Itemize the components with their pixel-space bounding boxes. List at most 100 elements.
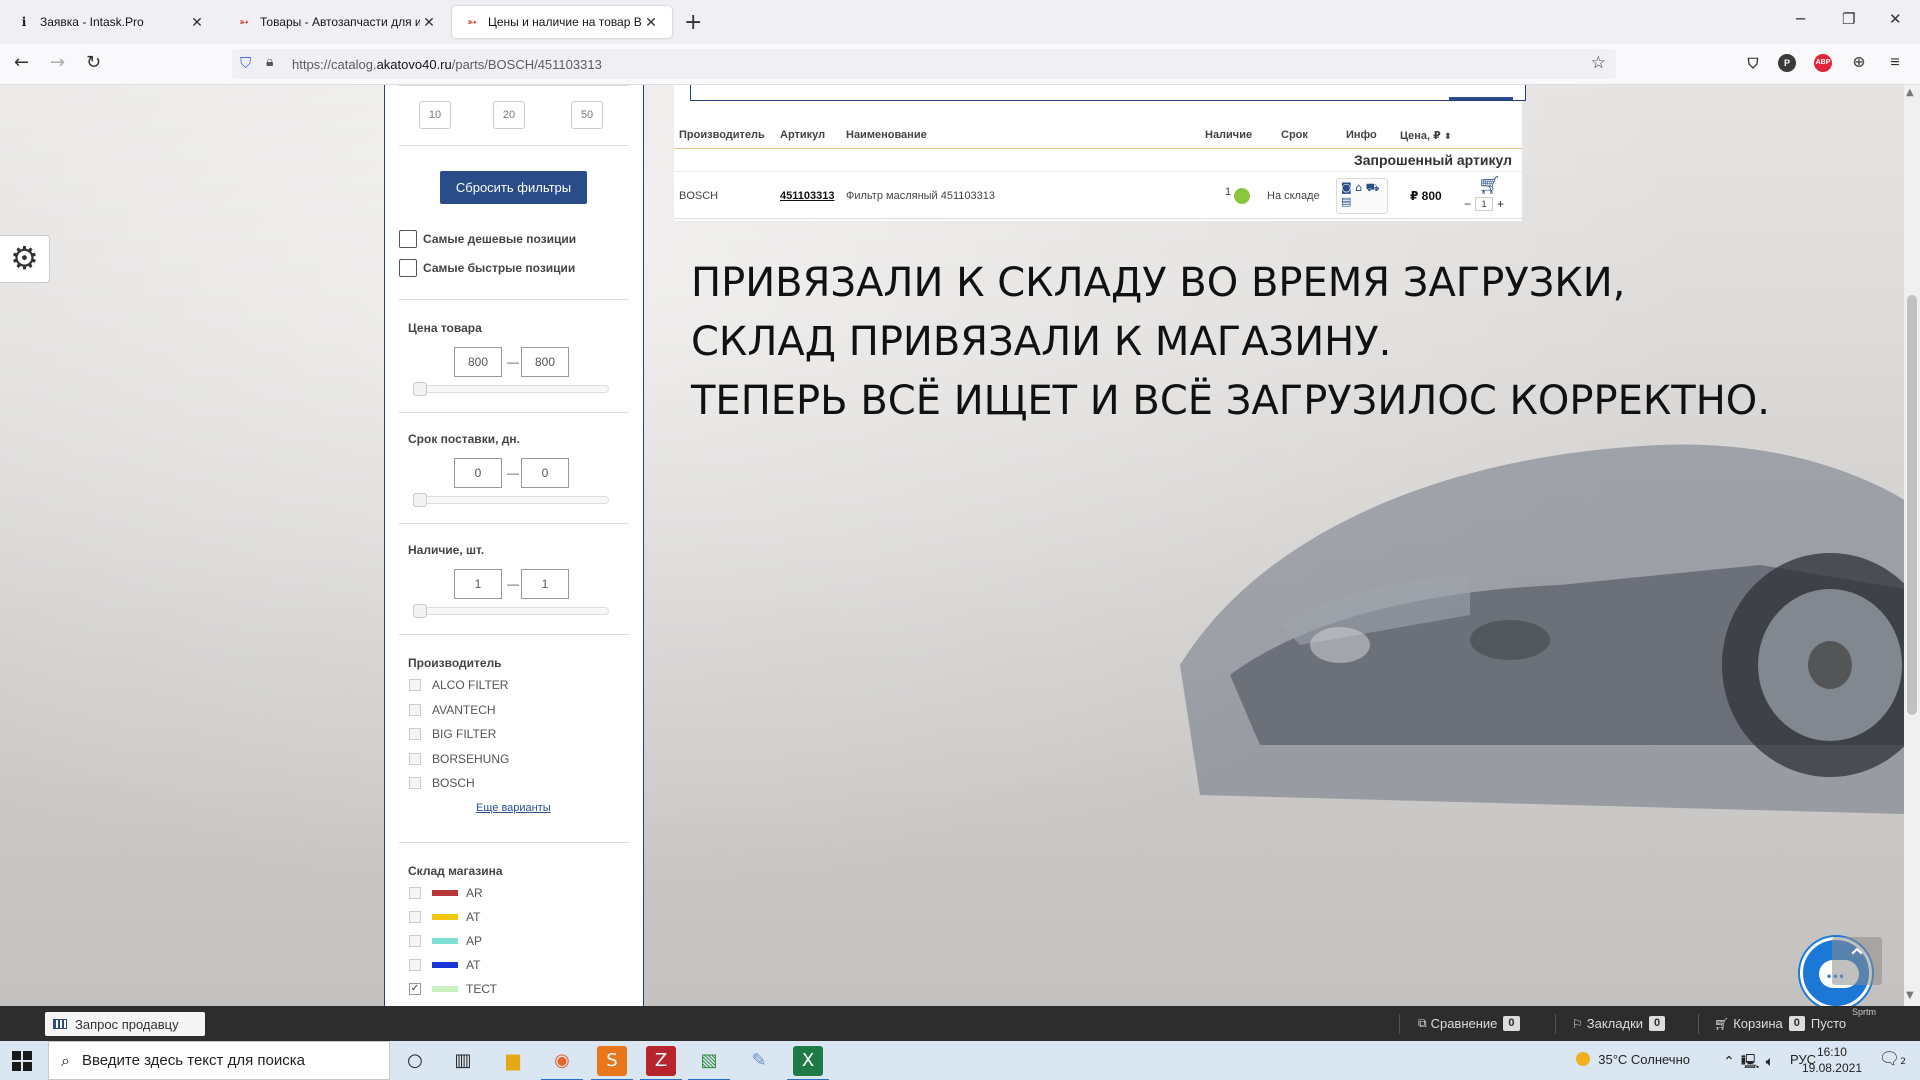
decrease-icon[interactable]: −	[1464, 197, 1471, 211]
bookmarks-link[interactable]: ⚐ Закладки 0	[1572, 1016, 1666, 1031]
warehouse-checkbox[interactable]: ✓	[409, 983, 421, 995]
forward-arrow-icon[interactable]: →	[50, 52, 65, 73]
document-icon[interactable]: ▤	[1341, 195, 1351, 208]
page-scrollbar[interactable]: ▲ ▼	[1904, 85, 1920, 1006]
settings-gear-icon[interactable]: ⚙	[0, 235, 50, 283]
stock-slider[interactable]	[417, 607, 609, 615]
price-slider-handle[interactable]	[413, 382, 427, 396]
search-button-edge[interactable]	[1449, 97, 1513, 100]
excel-icon[interactable]: X	[787, 1046, 829, 1080]
tab-prices[interactable]: ➳ Цены и наличие на товар BOS ✕	[452, 6, 672, 38]
firefox-icon[interactable]: ◉	[541, 1046, 583, 1080]
home-icon[interactable]: ⌂	[1355, 181, 1362, 194]
weather-widget[interactable]: 35°C Солнечно	[1576, 1052, 1690, 1067]
scroll-up-icon[interactable]: ▲	[1906, 87, 1914, 98]
delivery-min-input[interactable]: 0	[454, 458, 502, 488]
manufacturer-option[interactable]: BOSCH	[409, 776, 475, 790]
profile-p-icon[interactable]: P	[1778, 54, 1796, 72]
warehouse-option[interactable]: AP	[409, 934, 482, 948]
pocket-icon[interactable]: ⛉	[1744, 54, 1762, 72]
qty-button-50[interactable]: 50	[571, 101, 603, 129]
restore-icon[interactable]: ❐	[1842, 10, 1855, 28]
warehouse-option[interactable]: AR	[409, 886, 483, 900]
price-slider[interactable]	[417, 385, 609, 393]
price-max-input[interactable]: 800	[521, 347, 569, 377]
manufacturer-checkbox[interactable]	[409, 728, 421, 740]
stock-slider-handle[interactable]	[413, 604, 427, 618]
delivery-max-input[interactable]: 0	[521, 458, 569, 488]
qty-button-20[interactable]: 20	[493, 101, 525, 129]
menu-icon[interactable]: ≡	[1886, 54, 1904, 72]
header-availability[interactable]: Наличие	[1205, 129, 1252, 141]
shield-icon[interactable]: ⛉	[240, 54, 251, 72]
scrollbar-thumb[interactable]	[1907, 295, 1917, 715]
close-tab-icon[interactable]: ✕	[188, 14, 206, 31]
minimize-icon[interactable]: ─	[1796, 10, 1805, 28]
stock-min-input[interactable]: 1	[454, 569, 502, 599]
reset-filters-button[interactable]: Сбросить фильтры	[440, 171, 587, 204]
lock-icon[interactable]: 🔒︎	[266, 54, 273, 70]
cheapest-checkbox[interactable]	[399, 230, 417, 248]
manufacturer-option[interactable]: BORSEHUNG	[409, 752, 509, 766]
cheapest-checkbox-row[interactable]: Самые дешевые позиции	[399, 230, 576, 248]
stock-max-input[interactable]: 1	[521, 569, 569, 599]
delivery-slider[interactable]	[417, 496, 609, 504]
close-tab-icon[interactable]: ✕	[642, 14, 660, 31]
header-name[interactable]: Наименование	[846, 129, 927, 141]
paint-icon[interactable]: ✎	[744, 1046, 774, 1076]
header-info[interactable]: Инфо	[1346, 129, 1377, 141]
compare-link[interactable]: ⧉ Сравнение 0	[1418, 1016, 1520, 1031]
close-tab-icon[interactable]: ✕	[420, 14, 438, 31]
scroll-to-top-button[interactable]: ⌃	[1832, 937, 1882, 985]
cart-link[interactable]: 🛒︎ Корзина 0 Пусто	[1714, 1016, 1846, 1031]
warehouse-option[interactable]: ✓ ТЕСТ	[409, 982, 497, 996]
back-arrow-icon[interactable]: ←	[14, 52, 29, 73]
warehouse-checkbox[interactable]	[409, 959, 421, 971]
fastest-checkbox-row[interactable]: Самые быстрые позиции	[399, 259, 575, 277]
notifications-icon[interactable]: 🗨︎2	[1879, 1049, 1906, 1069]
reload-icon[interactable]: ↻	[86, 52, 101, 73]
header-manufacturer[interactable]: Производитель	[679, 129, 765, 141]
url-text[interactable]: https://catalog.akatovo40.ru/parts/BOSCH…	[292, 57, 602, 72]
translate-icon[interactable]: ⊕	[1850, 54, 1868, 72]
delivery-slider-handle[interactable]	[413, 493, 427, 507]
manufacturer-checkbox[interactable]	[409, 777, 421, 789]
scroll-down-icon[interactable]: ▼	[1906, 990, 1914, 1001]
manufacturer-checkbox[interactable]	[409, 704, 421, 716]
qty-button-10[interactable]: 10	[419, 101, 451, 129]
manufacturer-option[interactable]: BIG FILTER	[409, 727, 496, 741]
sublime-text-icon[interactable]: S	[591, 1046, 633, 1080]
cell-article-link[interactable]: 451103313	[780, 190, 834, 202]
cortana-icon[interactable]: ○	[400, 1046, 430, 1076]
add-to-cart-icon[interactable]: 🛒︎	[1478, 175, 1501, 196]
tray-icons[interactable]: ⌃🖳︎🔈︎	[1723, 1051, 1780, 1075]
table-row[interactable]: BOSCH 451103313 Фильтр масляный 45110331…	[674, 171, 1522, 219]
file-explorer-icon[interactable]: ▆	[498, 1046, 528, 1076]
more-options-link[interactable]: Еще варианты	[476, 802, 551, 814]
header-term[interactable]: Срок	[1281, 129, 1308, 141]
taskbar-search-input[interactable]: ⌕ Введите здесь текст для поиска	[48, 1041, 390, 1080]
car-icon[interactable]: ⛟	[1366, 181, 1380, 194]
adblock-icon[interactable]: ABP	[1814, 54, 1832, 72]
header-price[interactable]: Цена, ₽ ⬍	[1400, 129, 1452, 142]
warehouse-checkbox[interactable]	[409, 887, 421, 899]
address-bar[interactable]: ⛉ 🔒︎ https://catalog.akatovo40.ru/parts/…	[232, 49, 1616, 79]
quantity-field[interactable]: 1	[1475, 197, 1494, 211]
clock[interactable]: 16:10 19.08.2021	[1802, 1044, 1862, 1076]
tab-goods[interactable]: ➳ Товары - Автозапчасти для ин ✕	[224, 6, 450, 38]
spreadsheet-app-icon[interactable]: ▧	[688, 1046, 730, 1080]
price-min-input[interactable]: 800	[454, 347, 502, 377]
seller-request-button[interactable]: Запрос продавцу	[45, 1012, 205, 1036]
chevron-up-icon[interactable]: ⌃	[1723, 1054, 1741, 1070]
camera-icon[interactable]: ◙	[1341, 181, 1352, 194]
header-article[interactable]: Артикул	[780, 129, 825, 141]
tab-intask[interactable]: i Заявка - Intask.Pro ✕	[4, 6, 218, 38]
increase-icon[interactable]: +	[1497, 197, 1504, 211]
filezilla-icon[interactable]: Z	[640, 1046, 682, 1080]
quantity-stepper[interactable]: − 1 +	[1464, 197, 1504, 211]
warehouse-checkbox[interactable]	[409, 935, 421, 947]
manufacturer-option[interactable]: AVANTECH	[409, 703, 496, 717]
fastest-checkbox[interactable]	[399, 259, 417, 277]
new-tab-button[interactable]: +	[684, 10, 702, 35]
manufacturer-checkbox[interactable]	[409, 679, 421, 691]
